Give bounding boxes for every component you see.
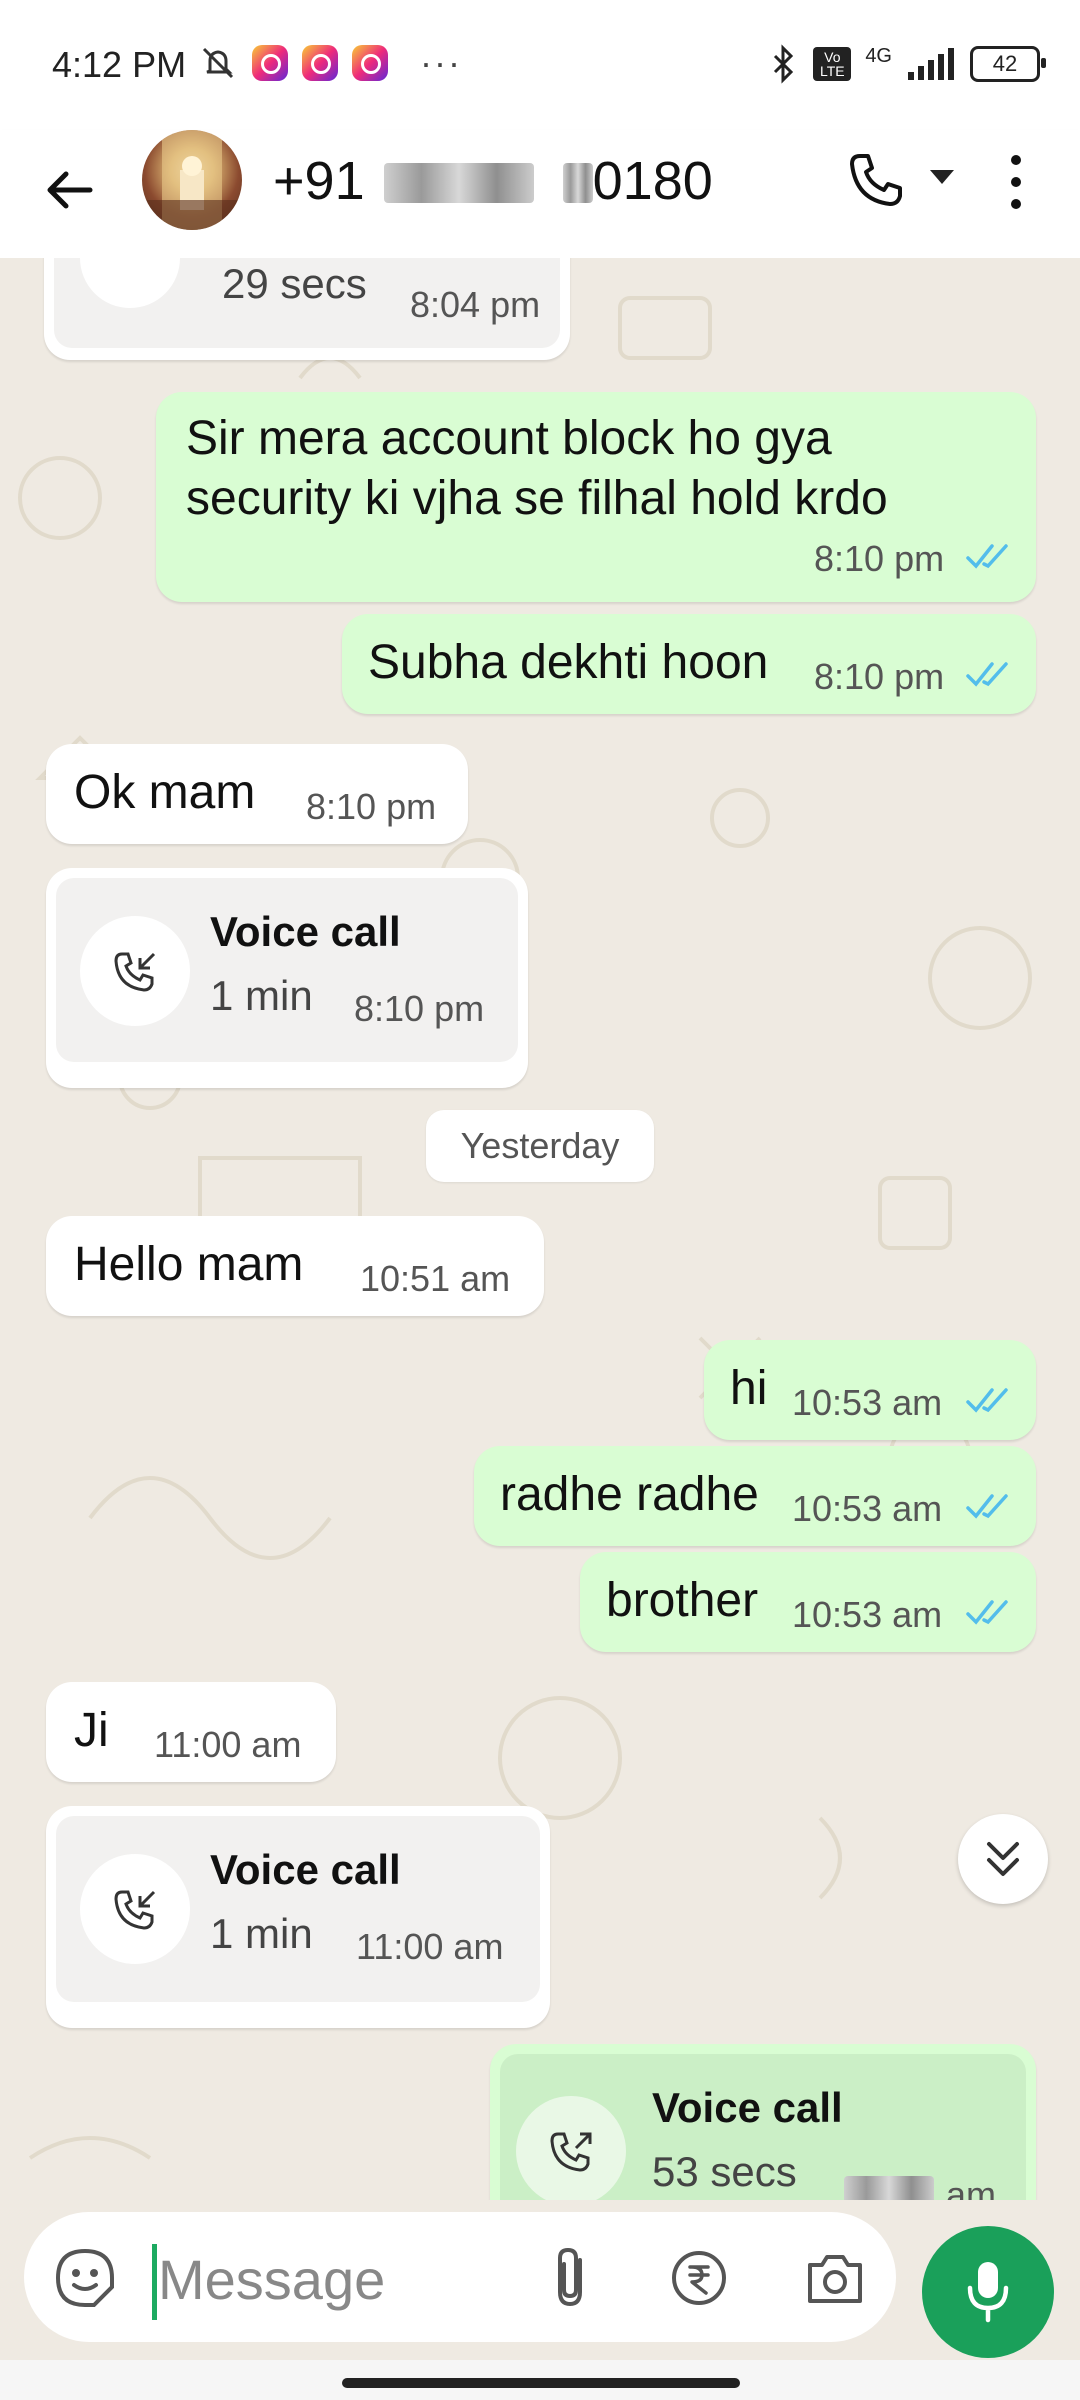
message-text: Ok mam <box>74 766 256 819</box>
instagram-icon <box>252 45 288 81</box>
message-bubble-outgoing[interactable]: Sir mera account block ho gya security k… <box>156 392 1036 602</box>
message-text: Hello mam <box>74 1238 304 1291</box>
message-time: 8:10 pm <box>354 988 485 1029</box>
message-time: 11:00 am <box>154 1724 302 1765</box>
sticker-icon[interactable] <box>54 2247 116 2309</box>
avatar[interactable] <box>142 130 242 230</box>
signal-icon <box>908 48 954 80</box>
call-message[interactable]: Voice call 53 secs am <box>490 2044 1036 2200</box>
call-title: Voice call <box>652 2084 843 2131</box>
message-time: 8:10 pm <box>306 786 437 827</box>
call-message[interactable]: Voice call 1 min 11:00 am <box>46 1806 550 2028</box>
more-dots-icon: ··· <box>420 42 462 83</box>
status-icons-right: Vo LTE 4G 42 <box>769 44 1046 84</box>
chevron-double-down-icon <box>987 1842 1019 1876</box>
bluetooth-icon <box>774 44 794 84</box>
call-card: Voice call 1 min 11:00 am <box>56 1816 540 2002</box>
outgoing-call-icon <box>550 2132 592 2172</box>
volte-icon: Vo LTE <box>813 47 852 81</box>
message-bubble-incoming[interactable]: Ok mam 8:10 pm <box>46 744 468 844</box>
incoming-call-icon <box>114 1890 156 1930</box>
back-arrow-icon[interactable] <box>40 160 100 220</box>
composer: Message <box>0 2200 1080 2400</box>
message-bubble-outgoing[interactable]: radhe radhe 10:53 am <box>474 1446 1036 1546</box>
message-time: 10:53 am <box>792 1488 943 1529</box>
message-time: 11:00 am <box>356 1926 504 1967</box>
battery-icon: 42 <box>970 46 1046 82</box>
redacted-time <box>844 2176 934 2200</box>
status-icons-left: ··· <box>198 42 462 84</box>
double-check-icon <box>966 1600 1008 1625</box>
message-time: 10:51 am <box>360 1258 511 1299</box>
status-time: 4:12 PM <box>52 44 187 85</box>
call-title: Voice call <box>210 908 401 955</box>
message-bubble-outgoing[interactable]: Subha dekhti hoon 8:10 pm <box>342 614 1036 714</box>
kebab-menu-icon[interactable] <box>1006 152 1026 212</box>
rupee-icon[interactable] <box>670 2249 728 2307</box>
call-message[interactable]: 29 secs 8:04 pm <box>44 258 570 360</box>
contact-suffix: 0180 <box>592 151 713 211</box>
call-duration: 29 secs <box>222 260 367 307</box>
message-text: brother <box>606 1574 759 1627</box>
instagram-icon <box>302 45 338 81</box>
phone-icon[interactable] <box>846 150 906 210</box>
status-bar: 4:12 PM ··· Vo LTE 4G 42 <box>0 0 1080 130</box>
message-text: hi <box>730 1362 768 1415</box>
call-card: 29 secs 8:04 pm <box>54 258 560 348</box>
message-text: Ji <box>74 1704 109 1757</box>
mic-button[interactable] <box>922 2226 1054 2358</box>
message-text: Sir mera account block ho gya <box>186 412 832 465</box>
text-cursor <box>152 2244 157 2320</box>
message-input-placeholder[interactable]: Message <box>158 2247 385 2312</box>
double-check-icon <box>966 544 1008 569</box>
call-card: Voice call 53 secs am <box>500 2054 1026 2200</box>
message-time: 8:10 pm <box>814 538 945 579</box>
call-duration: 53 secs <box>652 2148 797 2195</box>
message-text: Subha dekhti hoon <box>368 636 769 689</box>
call-title: Voice call <box>210 1846 401 1893</box>
call-card: Voice call 1 min 8:10 pm <box>56 878 518 1062</box>
incoming-call-icon <box>114 952 156 992</box>
message-time: am <box>946 2174 997 2200</box>
caret-down-icon[interactable] <box>930 170 954 184</box>
redacted-number <box>562 163 593 203</box>
mute-icon <box>202 47 234 79</box>
battery-level: 42 <box>992 51 1018 76</box>
message-time: 8:04 pm <box>410 284 541 325</box>
chat-area[interactable]: 29 secs 8:04 pm Sir mera account block h… <box>0 258 1080 2200</box>
message-time: 10:53 am <box>792 1594 943 1635</box>
message-bubble-outgoing[interactable]: brother 10:53 am <box>580 1552 1036 1652</box>
double-check-icon <box>966 1494 1008 1519</box>
message-bubble-incoming[interactable]: Ji 11:00 am <box>46 1682 336 1782</box>
message-text: radhe radhe <box>500 1468 759 1521</box>
message-bubble-incoming[interactable]: Hello mam 10:51 am <box>46 1216 544 1316</box>
message-input-box[interactable]: Message <box>24 2212 896 2342</box>
home-indicator[interactable] <box>342 2378 740 2388</box>
chat-header: +91 0180 <box>0 130 1080 258</box>
date-separator: Yesterday <box>426 1110 654 1182</box>
mic-icon <box>967 2262 1009 2323</box>
message-time: 10:53 am <box>792 1382 943 1423</box>
message-bubble-outgoing[interactable]: hi 10:53 am <box>704 1340 1036 1440</box>
call-duration: 1 min <box>210 1910 313 1957</box>
redacted-number <box>383 163 534 203</box>
scroll-to-bottom-button[interactable] <box>958 1814 1048 1904</box>
contact-name[interactable]: +91 0180 <box>273 150 713 212</box>
message-text: security ki vjha se filhal hold krdo <box>186 472 888 525</box>
attach-icon[interactable] <box>544 2246 598 2310</box>
instagram-icon <box>352 45 388 81</box>
double-check-icon <box>966 1388 1008 1413</box>
message-time: 8:10 pm <box>814 656 945 697</box>
double-check-icon <box>966 662 1008 687</box>
call-duration: 1 min <box>210 972 313 1019</box>
call-message[interactable]: Voice call 1 min 8:10 pm <box>46 868 528 1088</box>
call-icon-circle <box>80 258 180 308</box>
camera-icon[interactable] <box>804 2249 866 2307</box>
network-type: 4G <box>865 44 892 67</box>
contact-prefix: +91 <box>273 151 365 211</box>
